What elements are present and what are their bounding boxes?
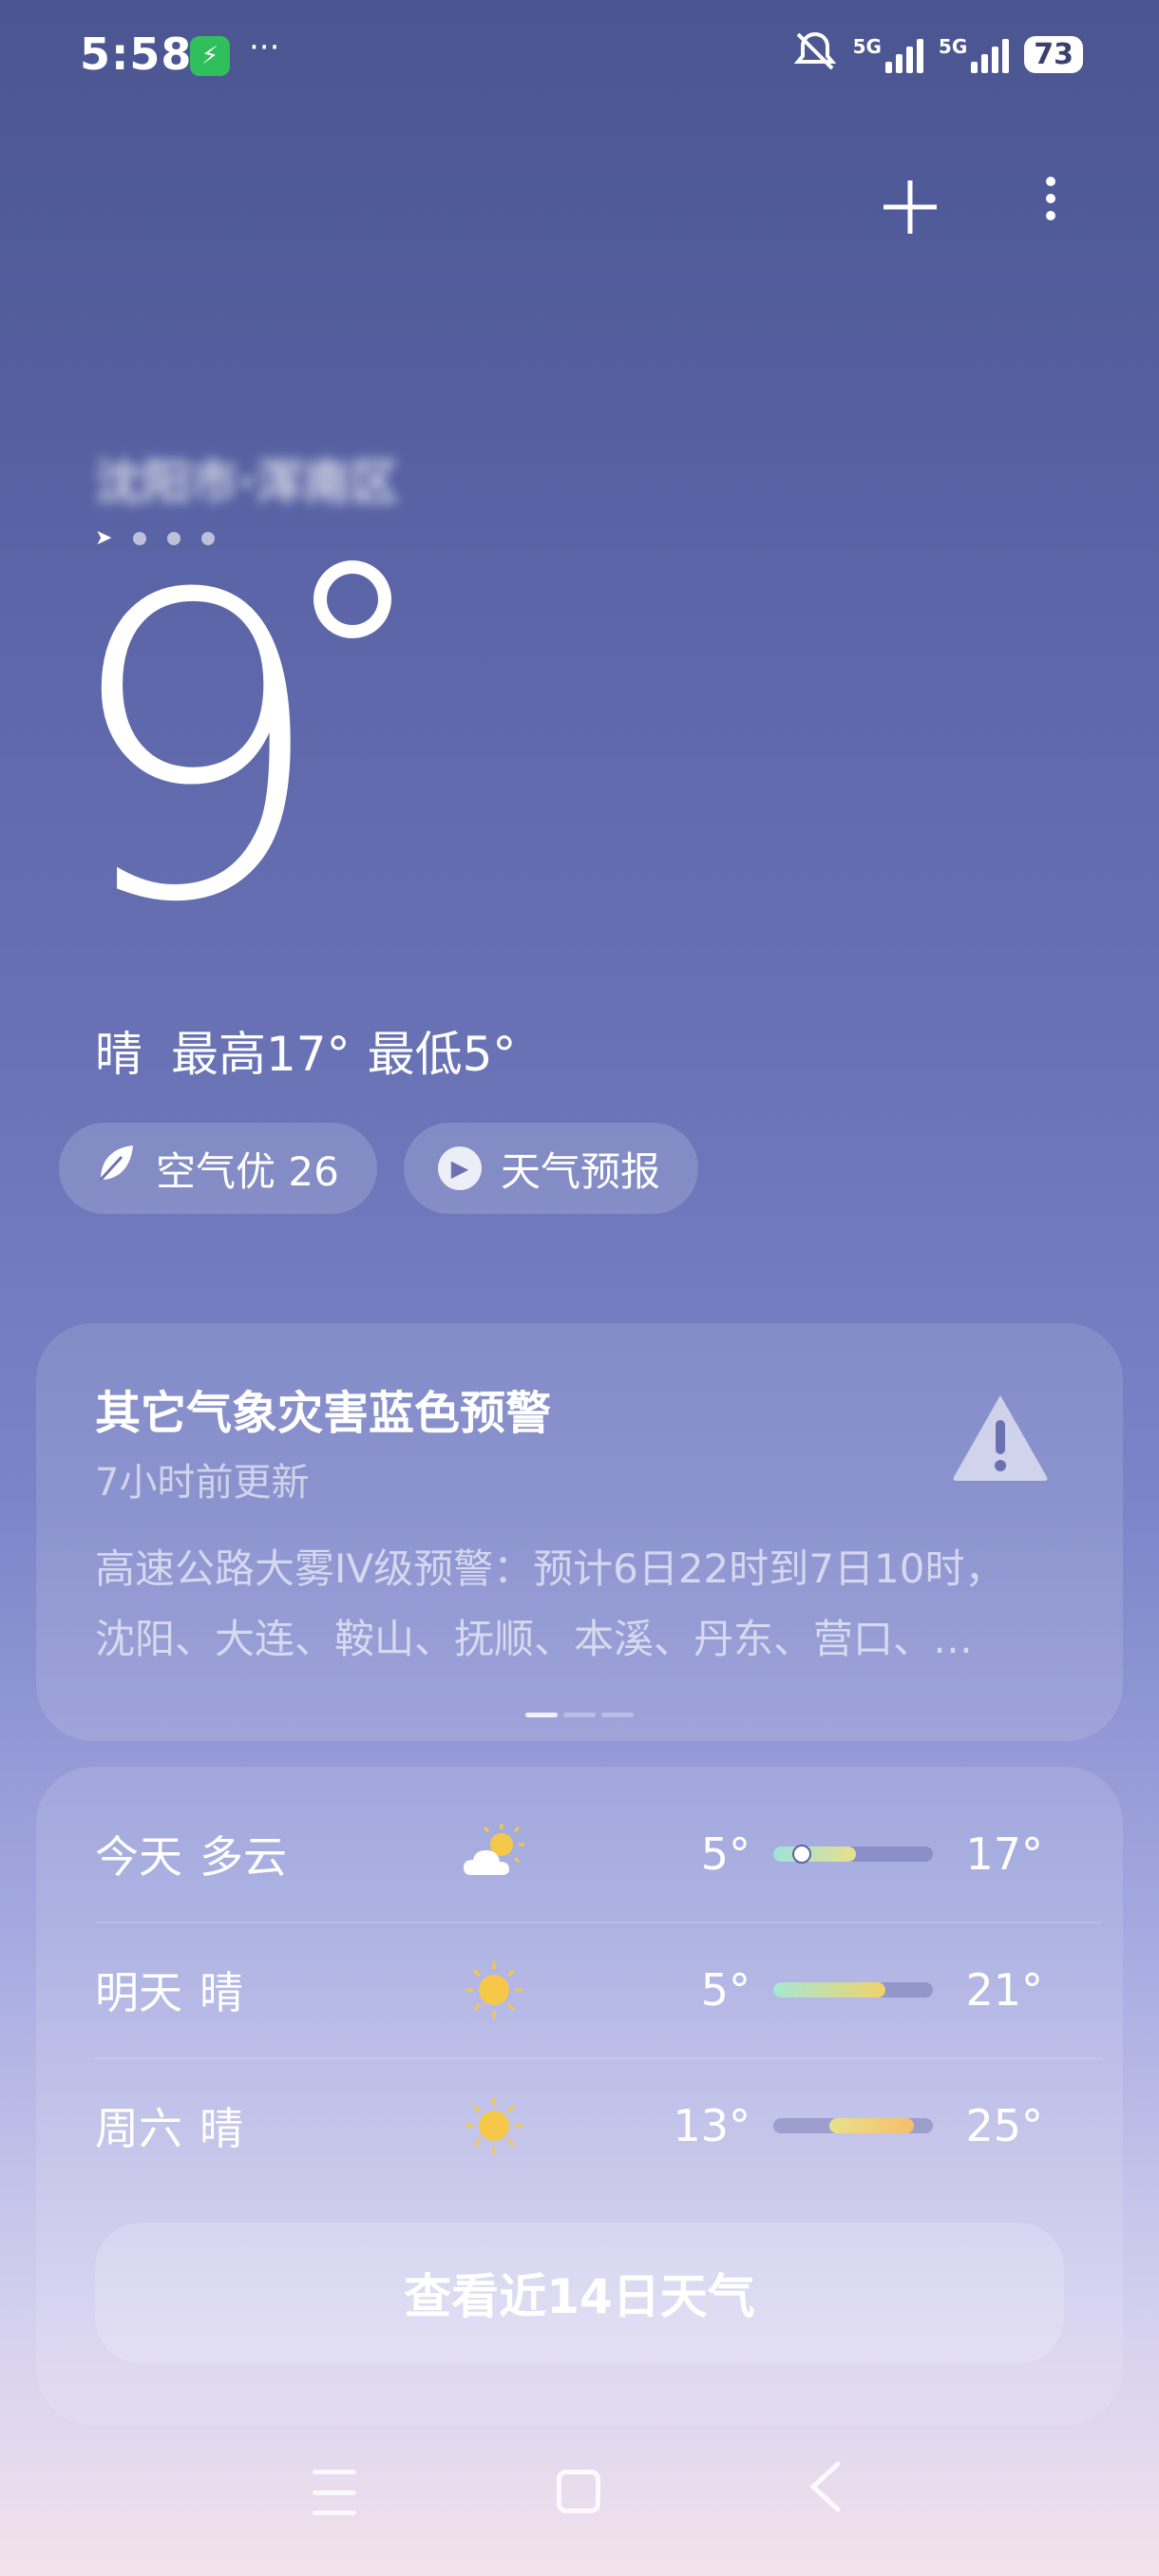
back-button[interactable] — [806, 2458, 844, 2530]
temp-range-fill — [773, 1846, 857, 1862]
add-city-button[interactable] — [872, 169, 948, 245]
air-quality-label: 空气优 26 — [156, 1147, 339, 1195]
forecast-low: 5° — [700, 1828, 750, 1880]
weather-forecast-video-pill[interactable]: ▶ 天气预报 — [404, 1123, 699, 1214]
forecast-condition: 晴 — [200, 2102, 243, 2154]
today-summary: 晴 最高17° 最低5° — [95, 1016, 516, 1085]
warning-pager — [525, 1713, 634, 1717]
warning-body: 高速公路大雾IV级预警：预计6日22时到7日10时， 沈阳、大连、鞍山、抚顺、本… — [95, 1534, 1083, 1675]
current-condition: 晴 — [95, 1027, 142, 1082]
current-temperature: 9 — [61, 507, 327, 994]
sun-icon — [456, 1952, 532, 2028]
status-time: 5:58 — [80, 28, 193, 80]
temp-range-fill — [828, 2117, 914, 2133]
high-temp: 最高17° — [171, 1027, 351, 1082]
forecast-row-tomorrow[interactable]: 明天 晴 5° 21° — [95, 1922, 1102, 2059]
forecast-condition: 晴 — [200, 1966, 243, 2018]
forecast-high: 21° — [965, 1963, 1043, 2016]
forecast-high: 17° — [965, 1828, 1043, 1880]
status-indicators: 5G 5G 73 — [792, 30, 1083, 78]
notification-more-icon: ··· — [249, 28, 280, 66]
plus-icon — [884, 180, 937, 234]
weather-warning-card[interactable]: 其它气象灾害蓝色预警 7小时前更新 高速公路大雾IV级预警：预计6日22时到7日… — [36, 1323, 1123, 1741]
air-quality-pill[interactable]: 空气优 26 — [59, 1123, 377, 1214]
low-temp: 最低5° — [367, 1027, 517, 1082]
daily-forecast-card: 今天 多云 5° 17° 明天 晴 5° 21° 周六 晴 13° 25° 查看… — [36, 1767, 1123, 2425]
more-options-button[interactable] — [1022, 169, 1079, 245]
forecast-video-label: 天气预报 — [501, 1147, 661, 1195]
back-arrow-icon — [809, 2461, 841, 2512]
signal-5g-1: 5G — [853, 35, 923, 73]
forecast-row-today[interactable]: 今天 多云 5° 17° — [95, 1786, 1102, 1923]
shield-icon: ⚡ — [190, 36, 230, 76]
warning-updated-time: 7小时前更新 — [95, 1461, 310, 1505]
warning-title: 其它气象灾害蓝色预警 — [95, 1387, 552, 1440]
forecast-day: 周六 — [95, 2102, 182, 2154]
temp-range-bar — [773, 2117, 933, 2133]
degree-symbol — [314, 560, 391, 638]
forecast-day: 今天 — [95, 1830, 182, 1883]
home-button[interactable] — [557, 2470, 600, 2513]
recent-apps-button[interactable] — [310, 2470, 359, 2515]
sun-icon — [456, 2088, 532, 2164]
temp-range-bar — [773, 1844, 933, 1864]
forecast-day: 明天 — [95, 1966, 182, 2018]
forecast-row-saturday[interactable]: 周六 晴 13° 25° — [95, 2057, 1102, 2193]
leaf-icon — [93, 1142, 137, 1195]
mute-bell-icon — [792, 30, 838, 78]
forecast-low: 13° — [673, 2099, 750, 2151]
temp-range-bar — [773, 1981, 933, 1998]
warning-body-line: 高速公路大雾IV级预警：预计6日22时到7日10时， — [95, 1545, 1005, 1592]
location-name: 沈阳市·浑南区 — [95, 455, 398, 510]
view-14-day-forecast-button[interactable]: 查看近14日天气 — [95, 2223, 1064, 2363]
play-icon: ▶ — [438, 1146, 482, 1190]
warning-icon — [953, 1395, 1048, 1481]
temp-range-fill — [773, 1981, 885, 1998]
current-temp-marker — [792, 1844, 812, 1864]
signal-5g-2: 5G — [939, 35, 1010, 73]
partly-cloudy-icon — [456, 1816, 532, 1892]
forecast-condition: 多云 — [200, 1830, 287, 1883]
forecast-high: 25° — [965, 2099, 1043, 2151]
forecast-low: 5° — [700, 1963, 750, 2016]
warning-body-line: 沈阳、大连、鞍山、抚顺、本溪、丹东、营口、… — [95, 1616, 974, 1662]
battery-icon: 73 — [1024, 35, 1083, 73]
